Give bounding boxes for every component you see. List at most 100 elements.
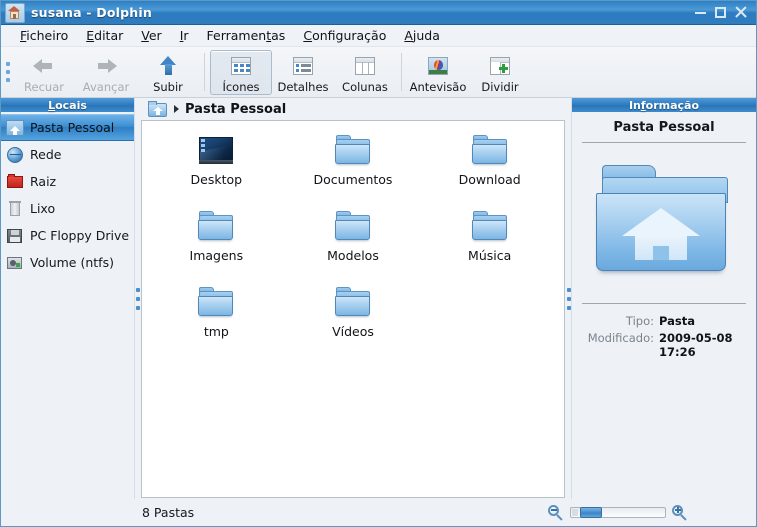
window-title: susana - Dolphin: [31, 5, 152, 20]
file-item-download[interactable]: Download: [421, 135, 558, 187]
file-label: Documentos: [313, 172, 393, 187]
file-item-desktop[interactable]: Desktop: [148, 135, 285, 187]
toolbar-separator-2: [401, 53, 402, 91]
toolbar-up-button[interactable]: Subir: [137, 50, 199, 95]
toolbar-details-view-button[interactable]: Detalhes: [272, 50, 334, 95]
menu-ficheiro-label: icheiro: [26, 28, 69, 43]
menu-ajuda[interactable]: Ajuda: [395, 26, 449, 45]
menu-ver[interactable]: Ver: [132, 26, 170, 45]
menu-configuracao[interactable]: Configuração: [294, 26, 395, 45]
toolbar-back-button[interactable]: Recuar: [13, 50, 75, 95]
sidebar-item-label: Volume (ntfs): [30, 255, 114, 270]
menu-ferramentas[interactable]: Ferramentas: [198, 26, 295, 45]
toolbar-columns-view-button[interactable]: Colunas: [334, 50, 396, 95]
file-label: Modelos: [327, 248, 379, 263]
sidebar-item-pasta-pessoal[interactable]: Pasta Pessoal: [1, 114, 134, 141]
icons-view[interactable]: Desktop Documentos Download Imagens Mode…: [141, 120, 565, 498]
toolbar-preview-button[interactable]: Antevisão: [407, 50, 469, 95]
file-label: Música: [468, 248, 512, 263]
folder-icon: [198, 287, 234, 319]
folder-icon: [471, 135, 508, 167]
property-value: Pasta: [659, 314, 695, 328]
sidebar-item-rede[interactable]: Rede: [1, 141, 134, 168]
sidebar-item-lixo[interactable]: Lixo: [1, 195, 134, 222]
chevron-right-icon: [174, 105, 179, 113]
information-body: Pasta Pessoal Tipo: Pasta Modificado: 20…: [572, 112, 756, 499]
zoom-slider-group: [548, 504, 748, 521]
file-item-modelos[interactable]: Modelos: [285, 211, 422, 263]
arrow-right-icon: [94, 54, 118, 78]
file-item-imagens[interactable]: Imagens: [148, 211, 285, 263]
view-columns-icon: [353, 54, 377, 78]
file-label: tmp: [203, 324, 229, 339]
zoom-slider-handle[interactable]: [580, 507, 602, 518]
menu-bar: Ficheiro Editar Ver Ir Ferramentas Confi…: [1, 25, 756, 47]
file-icon-grid: Desktop Documentos Download Imagens Mode…: [142, 121, 564, 339]
split-view-icon: [488, 54, 512, 78]
root-folder-icon: [6, 173, 24, 191]
sidebar-item-raiz[interactable]: Raiz: [1, 168, 134, 195]
file-item-musica[interactable]: Música: [421, 211, 558, 263]
window-controls: [694, 6, 754, 19]
zoom-in-icon[interactable]: [672, 504, 688, 521]
toolbar-forward-button[interactable]: Avançar: [75, 50, 137, 95]
menu-ir[interactable]: Ir: [171, 26, 198, 45]
file-label: Download: [458, 172, 521, 187]
information-title: Pasta Pessoal: [613, 120, 715, 135]
file-item-documentos[interactable]: Documentos: [285, 135, 422, 187]
file-item-videos[interactable]: Vídeos: [285, 287, 422, 339]
minimize-button[interactable]: [694, 6, 707, 19]
breadcrumb-path[interactable]: Pasta Pessoal: [185, 102, 286, 117]
sidebar-item-label: Pasta Pessoal: [30, 120, 115, 135]
divider-2: [582, 303, 746, 304]
places-panel-header: Locais: [1, 98, 134, 112]
sidebar-item-label: PC Floppy Drive: [30, 228, 130, 243]
property-key: Tipo:: [625, 314, 654, 328]
file-item-tmp[interactable]: tmp: [148, 287, 285, 339]
trash-icon: [6, 200, 24, 218]
file-label: Vídeos: [332, 324, 374, 339]
hard-drive-icon: [6, 254, 24, 272]
preview-image-icon: [426, 54, 450, 78]
breadcrumb[interactable]: Pasta Pessoal: [141, 98, 565, 120]
zoom-out-icon[interactable]: [548, 504, 564, 521]
folder-icon: [334, 211, 371, 243]
sidebar-item-volume-ntfs[interactable]: Volume (ntfs): [1, 249, 134, 276]
file-label: Imagens: [189, 248, 244, 263]
status-bar: 8 Pastas: [1, 499, 756, 526]
information-panel: In f ormação Pasta Pessoal Tipo: Pasta Mod…: [571, 98, 756, 499]
property-key: Modificado:: [587, 331, 654, 345]
maximize-button[interactable]: [714, 6, 727, 19]
zoom-slider[interactable]: [570, 507, 666, 518]
divider: [582, 142, 746, 143]
floppy-drive-icon: [6, 227, 24, 245]
home-folder-icon: [6, 119, 24, 137]
view-icons-icon: [229, 54, 253, 78]
home-folder-icon[interactable]: [148, 101, 168, 117]
close-button[interactable]: [734, 6, 747, 19]
home-house-icon: [5, 2, 25, 23]
toolbar-split-button[interactable]: Dividir: [469, 50, 531, 95]
sidebar-item-label: Raiz: [30, 174, 57, 189]
information-panel-header: In f ormação: [572, 98, 756, 112]
network-globe-icon: [6, 146, 24, 164]
toolbar-icons-view-button[interactable]: Ícones: [210, 50, 272, 95]
menu-ficheiro[interactable]: Ficheiro: [11, 26, 77, 45]
arrow-up-icon: [156, 54, 180, 78]
toolbar-drag-handle[interactable]: [3, 50, 13, 94]
status-text: 8 Pastas: [142, 505, 195, 520]
title-bar[interactable]: susana - Dolphin: [1, 1, 756, 25]
desktop-icon: [198, 135, 234, 167]
property-value: 2009-05-08 17:26: [659, 331, 733, 359]
places-list: Pasta Pessoal Rede Raiz Lixo PC Floppy D…: [1, 112, 134, 499]
sidebar-item-label: Lixo: [30, 201, 56, 216]
sidebar-item-pc-floppy-drive[interactable]: PC Floppy Drive: [1, 222, 134, 249]
menu-editar[interactable]: Editar: [77, 26, 132, 45]
toolbar-separator: [204, 53, 205, 91]
information-properties: Tipo: Pasta Modificado: 2009-05-08 17:26: [582, 314, 746, 359]
places-panel: Locais Pasta Pessoal Rede Raiz Lixo PC F…: [1, 98, 135, 499]
home-folder-large-icon: [596, 165, 732, 277]
folder-icon: [334, 135, 371, 167]
folder-icon: [471, 211, 508, 243]
arrow-left-icon: [32, 54, 56, 78]
